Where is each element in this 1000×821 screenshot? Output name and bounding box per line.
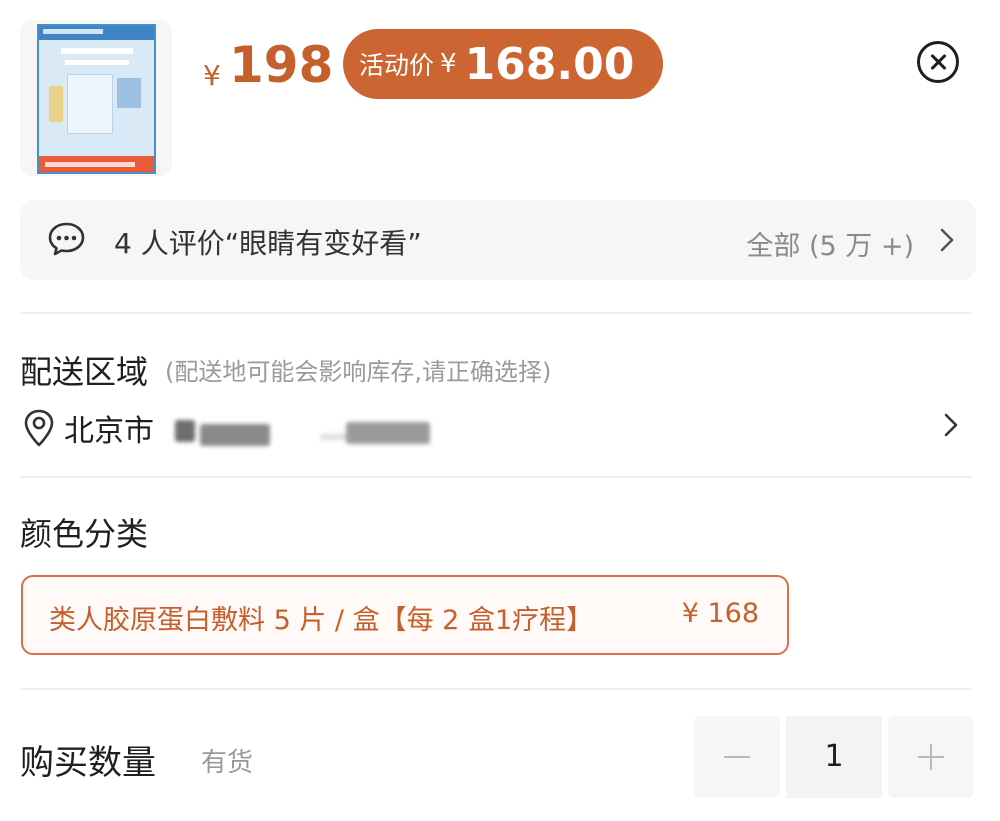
quantity-title: 购买数量 [20,743,156,783]
stock-status: 有货 [201,748,254,778]
divider [20,312,972,314]
review-highlight: 4 人评价“眼睛有变好看” [114,227,422,260]
delivery-address-row[interactable]: 北京市 [20,400,976,460]
delivery-city: 北京市 [64,414,154,449]
all-reviews-link[interactable]: 全部 (5 万 +) [746,224,914,263]
price-currency: ¥ [203,59,221,92]
promo-price: 168.00 [464,38,635,90]
delivery-title: 配送区域 [20,353,149,391]
close-icon[interactable] [917,41,959,83]
minus-icon[interactable] [694,716,780,798]
quantity-value[interactable]: 1 [786,716,882,798]
review-summary-bar[interactable]: 4 人评价“眼睛有变好看” 全部 (5 万 +) [20,200,976,280]
product-package-image [37,24,156,174]
product-thumbnail[interactable] [20,20,172,176]
divider [20,476,972,478]
promo-price-badge: 活动价 ¥ 168.00 [343,29,663,99]
delivery-note: (配送地可能会影响库存,请正确选择) [165,358,552,386]
variant-price: ¥ 168 [681,598,759,629]
chevron-right-icon [940,228,954,252]
promo-label: 活动价 [359,51,435,80]
original-price: 198 [229,36,334,94]
location-pin-icon [24,409,54,447]
redacted-address [175,420,195,442]
variant-name: 类人胶原蛋白敷料 5 片 / 盒【每 2 盒1疗程】 [49,605,594,636]
plus-icon[interactable] [888,716,974,798]
divider [20,688,972,690]
redacted-address [346,422,430,444]
color-title: 颜色分类 [20,515,149,553]
promo-currency: ¥ [440,49,457,79]
chat-bubble-icon [48,222,85,256]
variant-option-selected[interactable]: 类人胶原蛋白敷料 5 片 / 盒【每 2 盒1疗程】 ¥ 168 [21,575,789,655]
chevron-right-icon [944,413,958,437]
quantity-stepper[interactable]: 1 [694,716,974,798]
redacted-address [200,424,270,446]
